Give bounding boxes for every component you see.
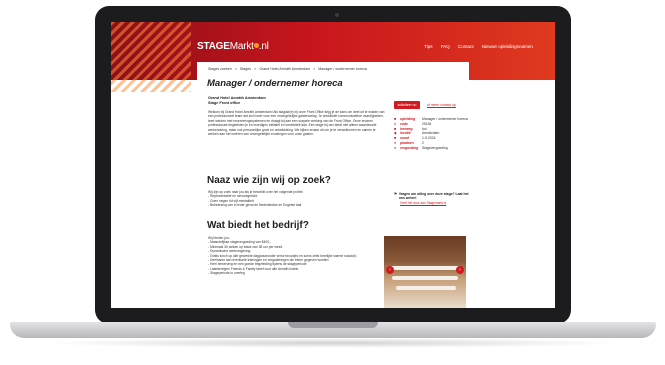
company-photo: ‹ › — [384, 236, 466, 308]
page-title: Manager / ondernemer horeca — [207, 78, 343, 89]
list-item: - Beheersing van in ieder geval de Neder… — [208, 203, 302, 208]
breadcrumb-item[interactable]: Stages — [240, 67, 251, 71]
company-block: Grand Hotel Amrâth Amsterdam Stage Front… — [208, 96, 266, 106]
breadcrumb-sep: > — [254, 67, 257, 71]
photo-next-button[interactable]: › — [456, 266, 464, 274]
fact-row: ● vergoeding Stagevergoeding — [394, 146, 472, 151]
camera-icon — [335, 13, 339, 17]
page-viewport: Stages zoeken > Stages > Grand Hotel Amr… — [111, 22, 555, 308]
photo-table-row — [392, 276, 458, 280]
contact-link[interactable]: of neem contact op — [427, 103, 456, 107]
list-item: - Stageperiode in overleg — [208, 271, 245, 276]
laptop-shadow — [40, 338, 626, 348]
help-link[interactable]: Geef het door aan Stagemarkt.nl — [400, 201, 470, 205]
help-question-text: Vragen om uitleg over deze stage? Laat h… — [398, 192, 469, 201]
intro-text: Welkom bij Grand Hotel Amrâth Amsterdam!… — [208, 110, 385, 137]
facts-list: ■ opleiding Manager / ondernemer horeca # c… — [394, 117, 472, 151]
fact-value: Stagevergoeding — [422, 145, 448, 150]
heading-offer: Wat biedt het bedrijf? — [207, 220, 309, 231]
breadcrumb-sep: > — [234, 67, 237, 71]
breadcrumb-item[interactable]: Stages zoeken — [208, 67, 232, 71]
apply-button[interactable]: solliciteer nu — [394, 101, 420, 109]
offer-list: Wij bieden jou: - Maandelijkse stageverg… — [208, 236, 388, 276]
company-department: Stage Front office — [208, 101, 241, 105]
help-question: ⚑ Vragen om uitleg over deze stage? Laat … — [394, 192, 470, 201]
breadcrumb-sep: > — [313, 67, 316, 71]
help-block: ⚑ Vragen om uitleg over deze stage? Laat … — [394, 192, 470, 205]
photo-table-row — [396, 286, 456, 290]
breadcrumb: Stages zoeken > Stages > Grand Hotel Amr… — [208, 67, 367, 71]
photo-table-row — [390, 266, 460, 270]
laptop-notch — [288, 322, 378, 328]
heading-seek: Naaz wie zijn wij op zoek? — [207, 175, 331, 186]
fact-key: vergoeding — [400, 145, 419, 150]
seek-list: Wij zijn op zoek naar jou als je beschik… — [208, 190, 388, 208]
breadcrumb-item[interactable]: Grand Hotel Amrâth Amsterdam — [259, 67, 310, 71]
breadcrumb-current: Manager / ondernemer horeca — [318, 67, 367, 71]
photo-prev-button[interactable]: ‹ — [386, 266, 394, 274]
